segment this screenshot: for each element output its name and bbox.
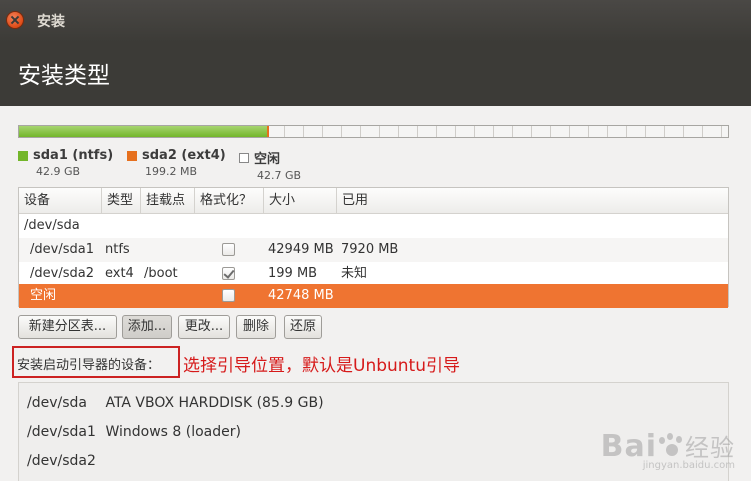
table-row-selected[interactable]: 空闲 42748 MB	[19, 284, 728, 308]
table-row[interactable]: /dev/sda	[19, 214, 728, 238]
column-header-format[interactable]: 格式化？	[195, 188, 264, 214]
cell-mount: /boot	[144, 266, 178, 281]
column-header-mount[interactable]: 挂载点	[141, 188, 195, 214]
cell-used: 7920 MB	[341, 242, 399, 257]
new-partition-table-button[interactable]: 新建分区表...	[18, 315, 117, 339]
legend-size: 42.9 GB	[36, 165, 81, 178]
cell-type: ext4	[105, 266, 134, 281]
device-path: /dev/sda1	[27, 424, 96, 440]
page-header: 安装类型	[0, 42, 751, 106]
cell-used: 未知	[341, 266, 368, 281]
format-checkbox[interactable]	[222, 243, 235, 256]
device-path: /dev/sda	[27, 395, 87, 411]
legend-size: 199.2 MB	[145, 165, 198, 178]
table-row[interactable]: /dev/sda2 ext4 /boot 199 MB 未知	[19, 262, 728, 286]
add-button[interactable]: 添加...	[122, 315, 172, 339]
format-checkbox[interactable]	[222, 267, 235, 280]
format-checkbox[interactable]	[222, 289, 235, 302]
legend-name: sda2 (ext4)	[142, 148, 226, 163]
column-header-size[interactable]: 大小	[264, 188, 337, 214]
page-title: 安装类型	[18, 63, 110, 89]
cell-device: 空闲	[30, 288, 57, 303]
watermark-brand-cn: 经验	[685, 434, 735, 462]
list-item[interactable]: /dev/sda2	[27, 447, 101, 476]
legend-name: 空闲	[254, 152, 281, 167]
boot-loader-label: 安装启动引导器的设备：	[17, 358, 161, 373]
legend-swatch-icon	[239, 152, 249, 163]
column-header-type[interactable]: 类型	[102, 188, 141, 214]
partition-bar	[18, 125, 729, 138]
watermark-brand: Bai	[600, 429, 657, 464]
legend-swatch-icon	[18, 150, 28, 161]
change-button[interactable]: 更改...	[178, 315, 230, 339]
device-desc: ATA VBOX HARDDISK (85.9 GB)	[105, 395, 324, 411]
table-header: 设备 类型 挂载点 格式化？ 大小 已用	[19, 188, 728, 214]
paw-icon	[657, 432, 685, 460]
table-row[interactable]: /dev/sda1 ntfs 42949 MB 7920 MB	[19, 238, 728, 262]
legend-item-sda1: sda1 (ntfs) 42.9 GB	[18, 148, 113, 178]
legend-swatch-icon	[127, 150, 137, 161]
device-desc: Windows 8 (loader)	[105, 424, 241, 440]
revert-button[interactable]: 还原	[284, 315, 322, 339]
window-title: 安装	[37, 14, 65, 30]
device-path: /dev/sda2	[27, 453, 96, 469]
main-content: sda1 (ntfs) 42.9 GB sda2 (ext4) 199.2 MB…	[0, 106, 751, 481]
list-item[interactable]: /dev/sda ATA VBOX HARDDISK (85.9 GB)	[27, 389, 324, 418]
window-titlebar: 安装	[0, 0, 751, 42]
close-icon[interactable]	[7, 12, 23, 28]
list-item[interactable]: /dev/sda1 Windows 8 (loader)	[27, 418, 241, 447]
legend-size: 42.7 GB	[257, 169, 302, 182]
legend-item-sda2: sda2 (ext4) 199.2 MB	[127, 148, 226, 178]
cell-device: /dev/sda	[24, 218, 80, 233]
cell-device: /dev/sda2	[30, 266, 94, 281]
cell-size: 199 MB	[268, 266, 318, 281]
legend-name: sda1 (ntfs)	[33, 148, 114, 163]
partition-table: 设备 类型 挂载点 格式化？ 大小 已用 /dev/sda /dev/sda1 …	[18, 187, 729, 308]
baidu-watermark: Bai 经验 jingyan.baidu.com	[601, 428, 735, 471]
partition-segment-ntfs	[19, 126, 267, 137]
column-header-device[interactable]: 设备	[19, 188, 102, 214]
cell-type: ntfs	[105, 242, 130, 257]
cell-size: 42949 MB	[268, 242, 334, 257]
column-header-used[interactable]: 已用	[337, 188, 728, 214]
partition-segment-ext4	[267, 126, 269, 137]
legend-item-free: 空闲 42.7 GB	[239, 148, 301, 182]
cell-device: /dev/sda1	[30, 242, 94, 257]
delete-button[interactable]: 删除	[236, 315, 276, 339]
annotation-text: 选择引导位置，默认是Unbuntu引导	[183, 356, 460, 376]
cell-size: 42748 MB	[268, 288, 334, 303]
